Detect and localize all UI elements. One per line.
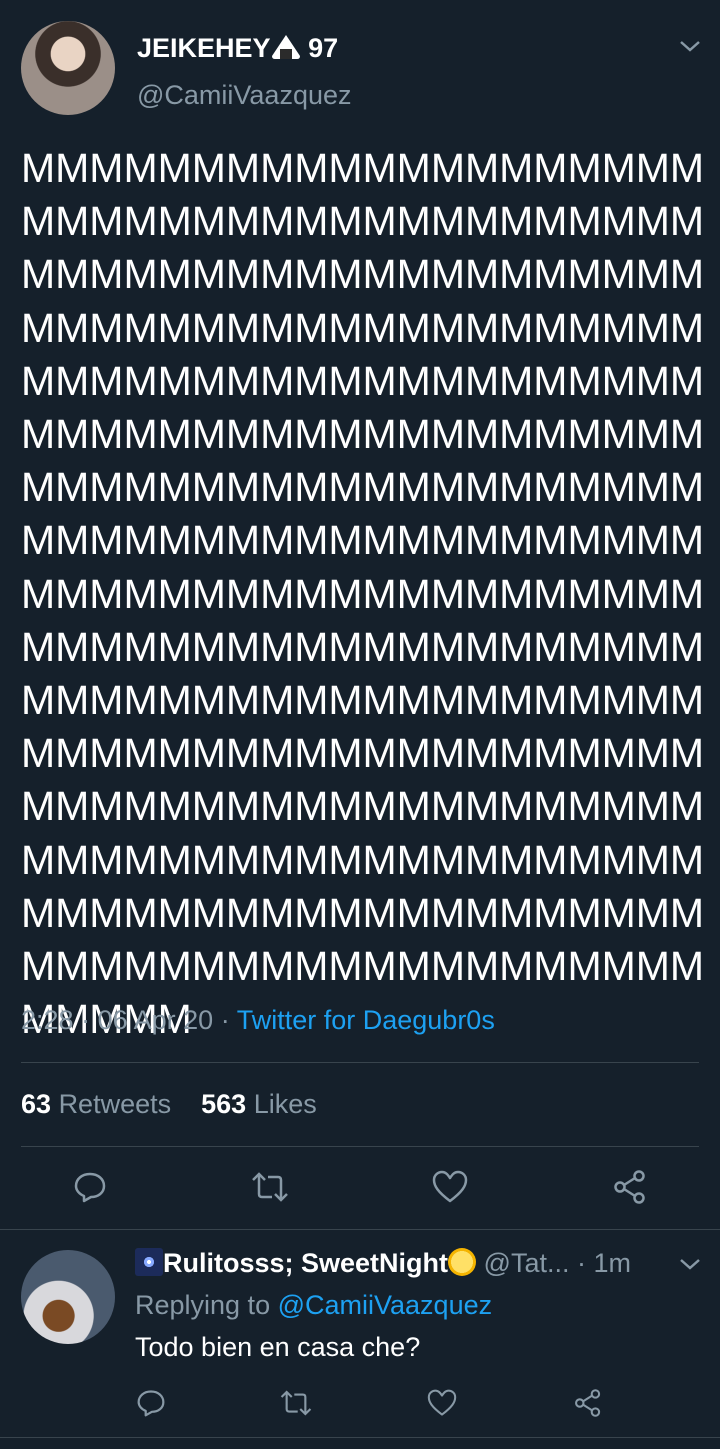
- likes-count: 563: [201, 1089, 247, 1119]
- chevron-down-icon[interactable]: [676, 36, 704, 56]
- tweet-meta: 2:28 · 06 Apr 20 · Twitter for Daegubr0s: [21, 1005, 495, 1036]
- display-name-text: JEIKEHEY: [137, 33, 271, 63]
- display-name-suffix: 97: [308, 33, 339, 63]
- tweet-source-link[interactable]: Twitter for Daegubr0s: [237, 1005, 495, 1035]
- reply-button[interactable]: [127, 1379, 175, 1427]
- replying-to-link[interactable]: @CamiiVaazquez: [278, 1290, 493, 1320]
- meta-separator: ·: [220, 1005, 230, 1035]
- divider: [0, 1437, 720, 1438]
- tweet-text: MMMMMMMMMMMMMMMMMMMMMMMMMMMMMMMMMMMMMMMM…: [21, 145, 705, 1043]
- reply-icon: [74, 1172, 106, 1203]
- engagement-counts: 63 Retweets 563 Likes: [21, 1089, 317, 1120]
- retweet-icon: [280, 1390, 312, 1416]
- share-icon: [575, 1389, 601, 1417]
- avatar[interactable]: [21, 21, 115, 115]
- reply-button[interactable]: [66, 1163, 114, 1211]
- share-icon: [614, 1170, 645, 1204]
- likes-count-link[interactable]: 563 Likes: [201, 1089, 317, 1119]
- tweet-time: 2:28: [21, 1005, 74, 1035]
- divider: [21, 1146, 699, 1147]
- retweets-count-link[interactable]: 63 Retweets: [21, 1089, 171, 1119]
- likes-label: Likes: [253, 1089, 317, 1119]
- retweets-label: Retweets: [58, 1089, 172, 1119]
- sun-icon: [448, 1248, 477, 1276]
- reply-avatar[interactable]: [21, 1250, 115, 1344]
- replying-label: Replying to: [135, 1290, 271, 1320]
- retweet-icon: [252, 1172, 288, 1202]
- reply-display-name[interactable]: Rulitosss; SweetNight: [163, 1248, 448, 1278]
- display-name[interactable]: JEIKEHEY 97: [137, 33, 338, 64]
- share-button[interactable]: [606, 1163, 654, 1211]
- reply-icon: [137, 1390, 165, 1417]
- retweets-count: 63: [21, 1089, 52, 1119]
- reply-text: Todo bien en casa che?: [135, 1332, 421, 1362]
- retweet-button[interactable]: [246, 1163, 294, 1211]
- heart-icon: [432, 1170, 468, 1203]
- meta-separator: ·: [81, 1005, 91, 1035]
- reply-handle[interactable]: @Tat...: [484, 1248, 570, 1278]
- handle[interactable]: @CamiiVaazquez: [137, 80, 352, 111]
- heart-icon: [427, 1389, 457, 1416]
- share-button[interactable]: [564, 1379, 612, 1427]
- reply-header: Rulitosss; SweetNight @Tat... · 1m: [135, 1248, 631, 1279]
- divider: [21, 1062, 699, 1063]
- retweet-button[interactable]: [272, 1379, 320, 1427]
- replying-to: Replying to @CamiiVaazquez: [135, 1290, 492, 1321]
- reply-time: · 1m: [577, 1248, 631, 1278]
- tweet-date: 06 Apr 20: [97, 1005, 214, 1035]
- like-button[interactable]: [426, 1163, 474, 1211]
- divider: [0, 1229, 720, 1230]
- chevron-down-icon[interactable]: [676, 1254, 704, 1274]
- like-button[interactable]: [418, 1379, 466, 1427]
- sparkler-icon: [135, 1248, 163, 1276]
- onigiri-icon: [271, 35, 300, 59]
